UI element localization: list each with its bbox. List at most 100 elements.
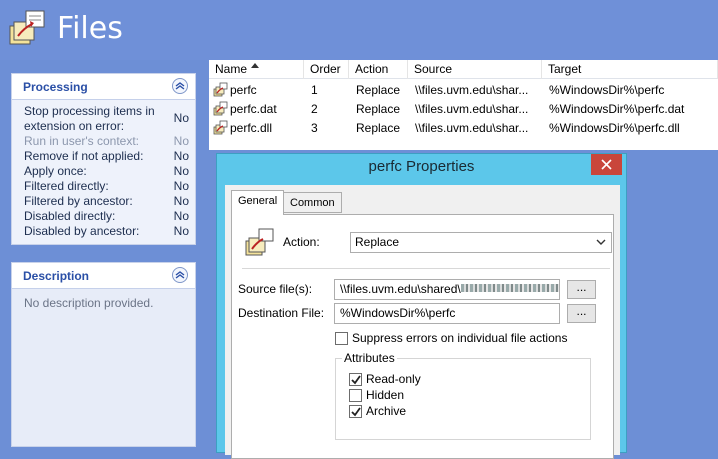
- processing-row-value: No: [173, 179, 189, 193]
- tab-general[interactable]: General: [231, 190, 285, 215]
- files-list: Name Order Action Source Target perfc 1 Re…: [209, 60, 718, 150]
- source-label: Source file(s):: [238, 282, 313, 296]
- tab-common[interactable]: Common: [283, 192, 342, 213]
- processing-row-label: Run in user's context:: [24, 134, 140, 148]
- action-select-value: Replace: [355, 235, 400, 249]
- table-row[interactable]: perfc.dat 2 Replace \\files.uvm.edu\shar...…: [209, 100, 718, 119]
- processing-row-value: No: [173, 164, 189, 178]
- source-file-value: \\files.uvm.edu\shared\: [340, 282, 461, 296]
- files-icon: [245, 228, 274, 256]
- collapse-processing-button[interactable]: [172, 78, 188, 94]
- processing-panel: Processing Stop processing items in exte…: [11, 73, 196, 245]
- dialog-title: perfc Properties: [368, 158, 475, 175]
- attribute-archive-checkbox[interactable]: [349, 405, 362, 418]
- checkmark-icon: [351, 407, 361, 417]
- column-header-action[interactable]: Action: [349, 60, 408, 79]
- cell-action: Replace: [356, 102, 401, 116]
- dialog-body: General Common Action: Replace Source fi…: [225, 185, 620, 459]
- redacted-path: [460, 284, 559, 292]
- column-header-source[interactable]: Source: [408, 60, 542, 79]
- close-icon: [601, 159, 612, 170]
- processing-rows: Stop processing items in extension on er…: [12, 100, 195, 239]
- browse-destination-button[interactable]: ...: [567, 304, 596, 323]
- processing-row-label: Apply once:: [24, 164, 87, 178]
- description-panel-header: Description: [12, 263, 195, 289]
- properties-dialog: perfc Properties General Common Action: …: [216, 153, 627, 459]
- attribute-read-only-checkbox[interactable]: [349, 373, 362, 386]
- cell-name: perfc: [209, 81, 304, 100]
- chevron-down-icon: [596, 239, 606, 245]
- file-icon: [213, 82, 228, 97]
- description-text: No description provided.: [24, 296, 154, 310]
- action-select[interactable]: Replace: [350, 232, 612, 253]
- description-panel: Description No description provided.: [11, 262, 196, 447]
- processing-row: Filtered by ancestor: No: [24, 194, 195, 209]
- cell-source: \\files.uvm.edu\shar...: [415, 83, 529, 97]
- column-header-order[interactable]: Order: [304, 60, 349, 79]
- processing-row-value: No: [173, 209, 189, 223]
- processing-row-label: Stop processing items in extension on er…: [24, 104, 155, 133]
- table-row[interactable]: perfc.dll 3 Replace \\files.uvm.edu\shar...…: [209, 119, 718, 138]
- suppress-errors-label: Suppress errors on individual file actio…: [352, 331, 568, 345]
- column-header-target[interactable]: Target: [542, 60, 718, 79]
- processing-row-label: Disabled by ancestor:: [24, 224, 140, 238]
- checkmark-icon: [351, 375, 361, 385]
- page-title: Files: [57, 11, 123, 46]
- attribute-hidden-checkbox[interactable]: [349, 389, 362, 402]
- processing-row-value: No: [173, 224, 189, 238]
- file-name: perfc.dll: [230, 121, 273, 135]
- file-name: perfc: [230, 83, 257, 97]
- cell-target: %WindowsDir%\perfc.dat: [549, 102, 685, 116]
- file-icon: [213, 120, 228, 135]
- processing-row: Disabled directly: No: [24, 209, 195, 224]
- source-file-input[interactable]: \\files.uvm.edu\shared\: [334, 279, 560, 300]
- cell-order: 3: [311, 121, 318, 135]
- processing-row: Disabled by ancestor: No: [24, 224, 195, 239]
- processing-row-label: Filtered by ancestor:: [24, 194, 133, 208]
- processing-panel-header: Processing: [12, 74, 195, 100]
- processing-row-value: No: [173, 134, 189, 148]
- attribute-label: Hidden: [366, 388, 405, 402]
- files-icon: [9, 10, 45, 45]
- description-title: Description: [23, 269, 90, 283]
- table-row[interactable]: perfc 1 Replace \\files.uvm.edu\shar... %Win…: [209, 81, 718, 100]
- divider: [242, 268, 610, 269]
- processing-row-value: No: [173, 194, 189, 208]
- cell-order: 2: [311, 102, 318, 116]
- file-name: perfc.dat: [230, 102, 277, 116]
- list-header: Name Order Action Source Target: [209, 60, 718, 79]
- cell-order: 1: [311, 83, 318, 97]
- chevron-up-icon: [175, 82, 185, 90]
- close-button[interactable]: [591, 154, 622, 175]
- processing-row-value: No: [173, 111, 189, 125]
- processing-row: Filtered directly: No: [24, 179, 195, 194]
- attributes-legend: Attributes: [342, 351, 397, 365]
- destination-label: Destination File:: [238, 306, 325, 320]
- collapse-description-button[interactable]: [172, 267, 188, 283]
- processing-title: Processing: [23, 80, 88, 94]
- cell-target: %WindowsDir%\perfc: [549, 83, 665, 97]
- destination-file-input[interactable]: %WindowsDir%\perfc: [334, 303, 560, 324]
- cell-source: \\files.uvm.edu\shar...: [415, 121, 529, 135]
- column-header-name[interactable]: Name: [209, 60, 304, 79]
- file-icon: [213, 101, 228, 116]
- attribute-label: Read-only: [366, 372, 421, 386]
- cell-action: Replace: [356, 83, 401, 97]
- general-tab-panel: Action: Replace Source file(s): \\files.…: [231, 214, 614, 459]
- processing-row: Stop processing items in extension on er…: [24, 104, 195, 134]
- cell-name: perfc.dll: [209, 119, 304, 138]
- suppress-errors-checkbox[interactable]: [335, 332, 348, 345]
- browse-source-button[interactable]: ...: [567, 280, 596, 299]
- cell-action: Replace: [356, 121, 401, 135]
- sort-ascending-icon: [251, 63, 260, 68]
- processing-row: Remove if not applied: No: [24, 149, 195, 164]
- processing-row-label: Remove if not applied:: [24, 149, 144, 163]
- action-label: Action:: [283, 235, 320, 249]
- processing-row-label: Filtered directly:: [24, 179, 109, 193]
- header: Files: [0, 0, 718, 60]
- cell-source: \\files.uvm.edu\shar...: [415, 102, 529, 116]
- attribute-label: Archive: [366, 404, 407, 418]
- attributes-group: Attributes Read-only Hidden Archive: [335, 351, 591, 440]
- processing-row: Run in user's context: No: [24, 134, 195, 149]
- chevron-up-icon: [175, 271, 185, 279]
